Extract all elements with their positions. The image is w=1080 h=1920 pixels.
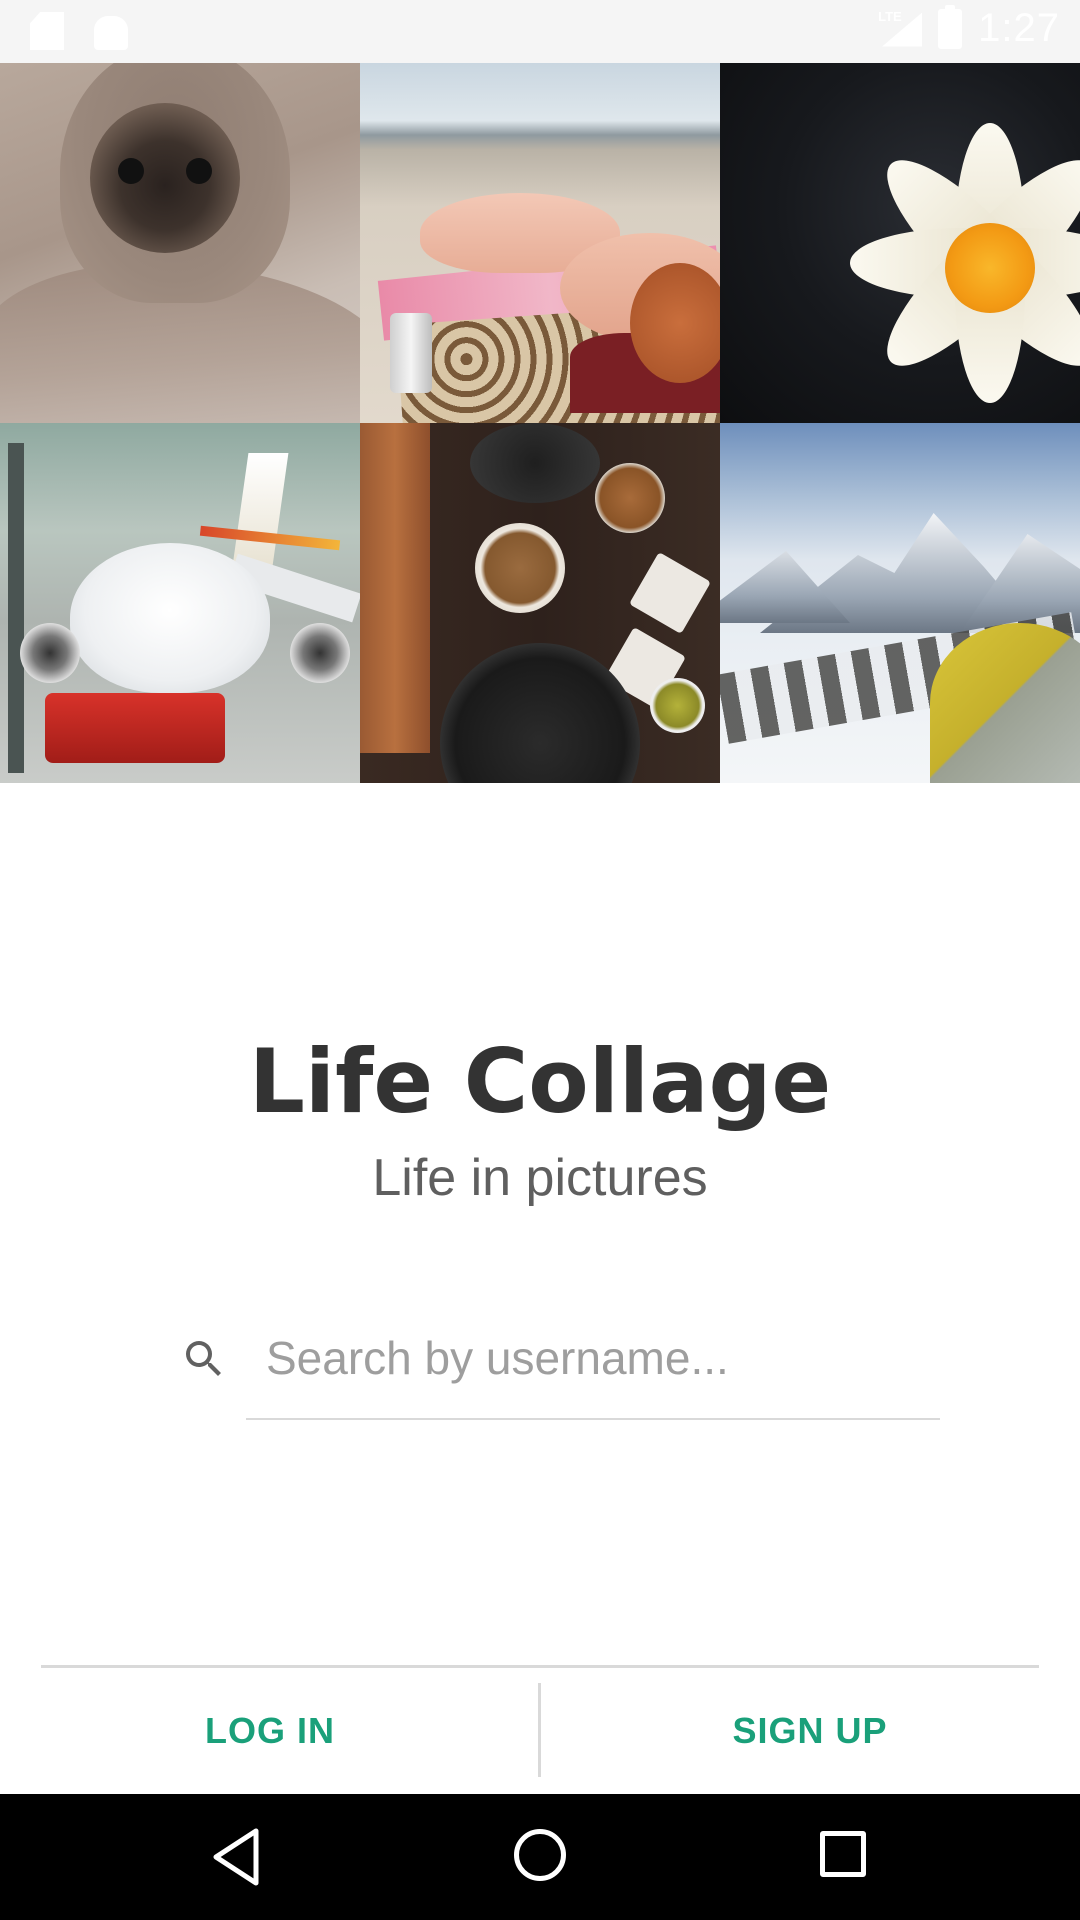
recents-icon[interactable] [820, 1831, 866, 1877]
search-input[interactable] [266, 1318, 926, 1398]
collage-photo-spices [360, 423, 720, 783]
app-title: Life Collage [248, 1030, 832, 1133]
status-notifications [30, 12, 128, 50]
android-icon [94, 16, 128, 50]
collage-photo-mountains [720, 423, 1080, 783]
collage-photo-water-lily [720, 63, 1080, 423]
battery-icon [938, 4, 963, 49]
signup-button[interactable]: SIGN UP [545, 1672, 1075, 1790]
status-bar: LTE 1:27 [0, 0, 1080, 63]
actions-divider [41, 1665, 1039, 1668]
back-icon[interactable] [212, 1827, 262, 1887]
signal-icon: LTE [878, 7, 923, 51]
login-button[interactable]: LOG IN [5, 1672, 535, 1790]
actions-separator [538, 1683, 541, 1777]
collage-photo-airplane [0, 423, 360, 783]
network-type-label: LTE [878, 8, 902, 24]
search-icon [186, 1341, 221, 1376]
sd-card-icon [30, 12, 64, 50]
collage-photo-pug [0, 63, 360, 423]
status-time: 1:27 [978, 6, 1060, 50]
app-tagline: Life in pictures [372, 1149, 708, 1207]
status-system: LTE 1:27 [878, 4, 1060, 51]
collage-photo-beach [360, 63, 720, 423]
navigation-bar [0, 1794, 1080, 1920]
photo-collage [0, 63, 1080, 783]
home-icon[interactable] [514, 1829, 566, 1881]
app-screen: LTE 1:27 Life Collage Life in pictures S… [0, 0, 1080, 1920]
search-field[interactable] [246, 1300, 940, 1420]
